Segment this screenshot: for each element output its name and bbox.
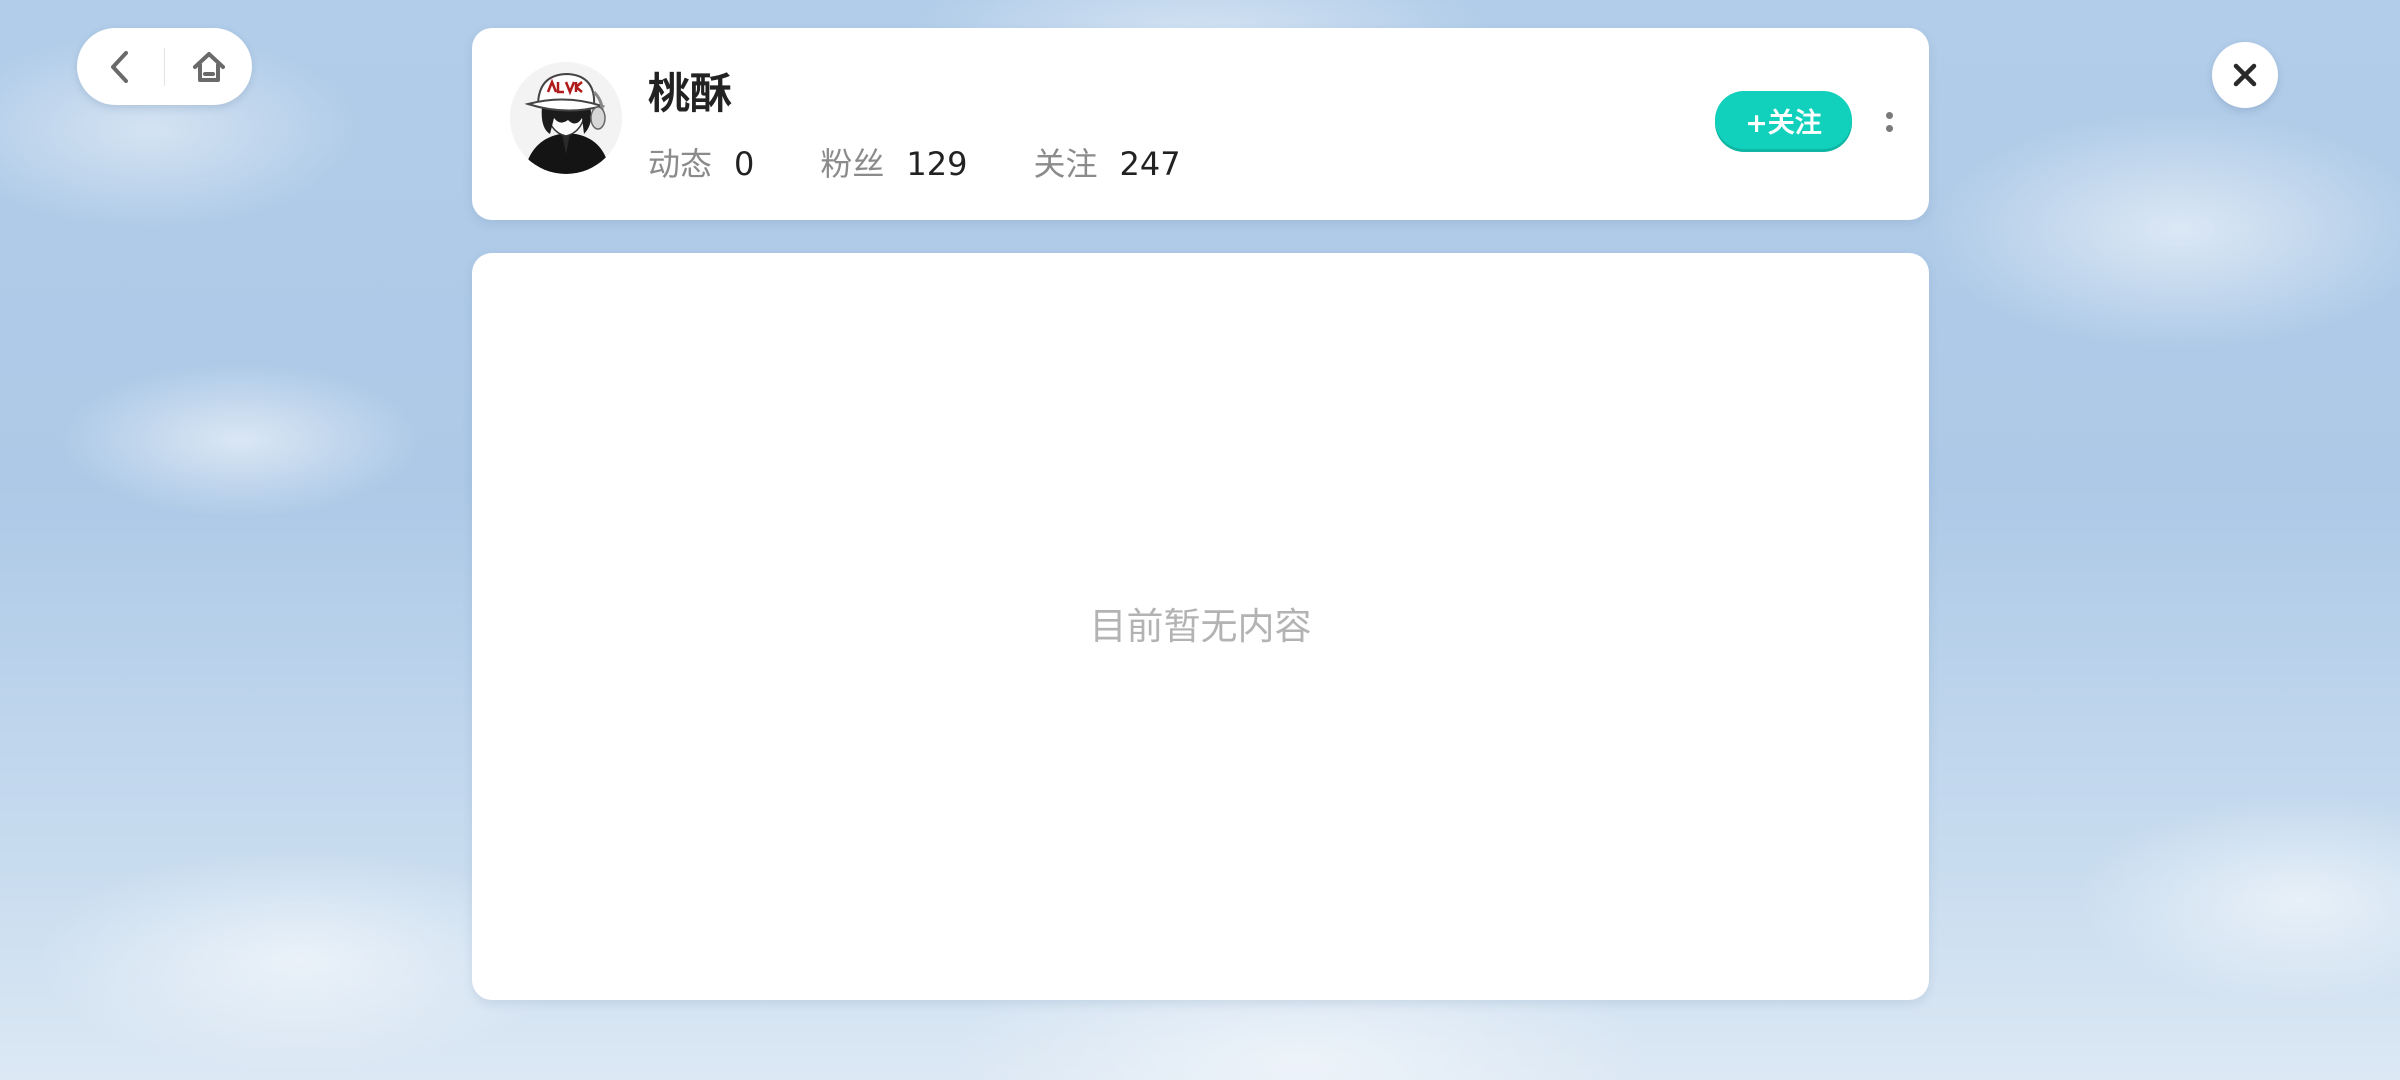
avatar[interactable]: [510, 62, 622, 174]
home-icon: [192, 51, 225, 82]
more-vertical-icon: [1885, 112, 1893, 119]
more-vertical-icon: [1885, 125, 1893, 132]
close-button[interactable]: [2212, 42, 2278, 108]
stat-value: 0: [734, 145, 755, 183]
content-panel: 目前暂无内容: [472, 253, 1929, 1000]
profile-stats: 动态 0 粉丝 129 关注 247: [648, 138, 1181, 186]
follow-button[interactable]: +关注: [1715, 91, 1852, 149]
nav-pill: [77, 28, 252, 105]
stat-label: 动态: [648, 145, 713, 183]
stat-posts[interactable]: 动态 0: [648, 139, 754, 185]
stat-value: 247: [1119, 145, 1181, 183]
profile-card: 桃酥 动态 0 粉丝 129 关注 247 +关注: [472, 28, 1929, 220]
stat-following[interactable]: 关注 247: [1033, 139, 1180, 185]
stat-label: 粉丝: [820, 145, 885, 183]
stat-value: 129: [906, 145, 968, 183]
home-button[interactable]: [165, 28, 252, 105]
close-icon: [2233, 63, 2257, 87]
stat-label: 关注: [1033, 145, 1098, 183]
chevron-left-icon: [111, 50, 129, 83]
back-button[interactable]: [77, 28, 164, 105]
avatar-illustration: [510, 62, 622, 174]
more-options-button[interactable]: [1874, 98, 1904, 146]
stat-fans[interactable]: 粉丝 129: [820, 139, 967, 185]
username: 桃酥: [648, 69, 733, 118]
empty-state-message: 目前暂无内容: [1089, 604, 1312, 648]
